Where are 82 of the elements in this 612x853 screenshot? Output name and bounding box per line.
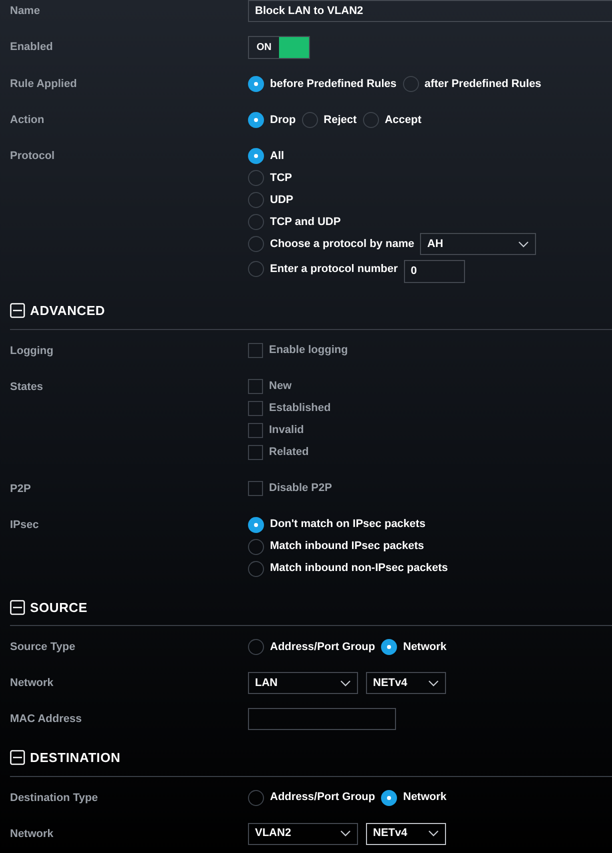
toggle-switch[interactable]: ON bbox=[248, 36, 310, 59]
chevron-down-icon bbox=[518, 240, 530, 248]
checkbox[interactable] bbox=[248, 423, 263, 438]
option-label: Don't match on IPsec packets bbox=[270, 517, 426, 532]
collapse-icon[interactable] bbox=[10, 303, 25, 318]
option-label: Accept bbox=[384, 112, 422, 128]
dropdown[interactable]: NETv4 bbox=[366, 672, 446, 694]
option-label: TCP bbox=[270, 170, 292, 186]
radio-button[interactable] bbox=[248, 639, 264, 655]
checkbox[interactable] bbox=[248, 379, 263, 394]
option-label: Drop bbox=[270, 112, 296, 128]
section-title: SOURCE bbox=[30, 598, 88, 616]
option-label: Established bbox=[269, 401, 331, 416]
radio-button[interactable] bbox=[248, 516, 264, 532]
option-label: Match inbound IPsec packets bbox=[270, 539, 424, 554]
number-field[interactable]: 0 bbox=[404, 260, 465, 282]
radio-button[interactable] bbox=[248, 214, 264, 230]
field-label: States bbox=[9, 380, 44, 394]
radio-button[interactable] bbox=[381, 790, 398, 806]
field-label: Rule Applied bbox=[9, 77, 78, 92]
field-label: Enabled bbox=[9, 40, 54, 55]
option-label: after Predefined Rules bbox=[424, 76, 542, 92]
option-label: Related bbox=[269, 445, 309, 460]
field-label: Name bbox=[9, 4, 41, 19]
radio-button[interactable] bbox=[248, 192, 264, 208]
field-label: MAC Address bbox=[9, 712, 83, 727]
text-field[interactable] bbox=[248, 708, 396, 730]
option-label: Choose a protocol by name bbox=[270, 236, 414, 252]
radio-button[interactable] bbox=[248, 560, 264, 576]
option-label: All bbox=[270, 148, 284, 164]
radio-button[interactable] bbox=[248, 236, 264, 252]
option-label: Match inbound non-IPsec packets bbox=[270, 561, 448, 576]
radio-button[interactable] bbox=[248, 76, 264, 92]
radio-button[interactable] bbox=[248, 148, 264, 164]
field-label: IPsec bbox=[9, 518, 40, 532]
field-label: P2P bbox=[9, 482, 32, 496]
option-label: UDP bbox=[270, 192, 294, 208]
option-label: Address/Port Group bbox=[270, 790, 376, 806]
radio-button[interactable] bbox=[362, 112, 379, 128]
dropdown[interactable]: VLAN2 bbox=[248, 822, 358, 844]
field-label: Destination Type bbox=[9, 790, 99, 806]
option-label: Enter a protocol number bbox=[270, 262, 398, 277]
checkbox[interactable] bbox=[248, 343, 263, 358]
option-label: Reject bbox=[324, 112, 357, 128]
option-label: Network bbox=[403, 790, 447, 806]
section-title: ADVANCED bbox=[30, 302, 106, 320]
radio-button[interactable] bbox=[248, 112, 264, 128]
chevron-down-icon bbox=[340, 830, 351, 837]
text-field[interactable]: Block LAN to VLAN2 bbox=[248, 0, 612, 22]
radio-button[interactable] bbox=[248, 261, 264, 277]
chevron-down-icon bbox=[428, 680, 439, 686]
field-label: Action bbox=[9, 113, 46, 128]
checkbox[interactable] bbox=[248, 401, 263, 416]
dropdown[interactable]: LAN bbox=[248, 672, 358, 694]
radio-button[interactable] bbox=[402, 76, 419, 92]
field-label: Source Type bbox=[9, 640, 76, 655]
section-title: DESTINATION bbox=[30, 749, 120, 767]
checkbox[interactable] bbox=[248, 445, 263, 460]
option-label: Invalid bbox=[269, 423, 304, 438]
radio-button[interactable] bbox=[248, 790, 264, 806]
radio-button[interactable] bbox=[248, 538, 264, 554]
dropdown[interactable]: NETv4 bbox=[366, 822, 446, 844]
field-label: Protocol bbox=[9, 149, 56, 164]
option-label: New bbox=[269, 379, 292, 394]
checkbox[interactable] bbox=[248, 481, 263, 496]
chevron-down-icon bbox=[340, 680, 351, 686]
option-label: TCP and UDP bbox=[270, 214, 341, 230]
radio-button[interactable] bbox=[302, 112, 318, 128]
collapse-icon[interactable] bbox=[10, 600, 25, 615]
field-label: Network bbox=[9, 676, 54, 691]
option-label: Disable P2P bbox=[269, 481, 332, 496]
option-label: Network bbox=[403, 640, 447, 655]
radio-button[interactable] bbox=[248, 170, 264, 186]
field-label: Network bbox=[9, 826, 54, 842]
collapse-icon[interactable] bbox=[10, 750, 25, 766]
option-label: Address/Port Group bbox=[270, 640, 376, 655]
radio-button[interactable] bbox=[381, 639, 398, 655]
dropdown[interactable]: AH bbox=[420, 233, 536, 255]
chevron-down-icon bbox=[428, 830, 439, 837]
option-label: Enable logging bbox=[269, 343, 348, 358]
option-label: before Predefined Rules bbox=[270, 76, 397, 92]
field-label: Logging bbox=[9, 344, 54, 358]
